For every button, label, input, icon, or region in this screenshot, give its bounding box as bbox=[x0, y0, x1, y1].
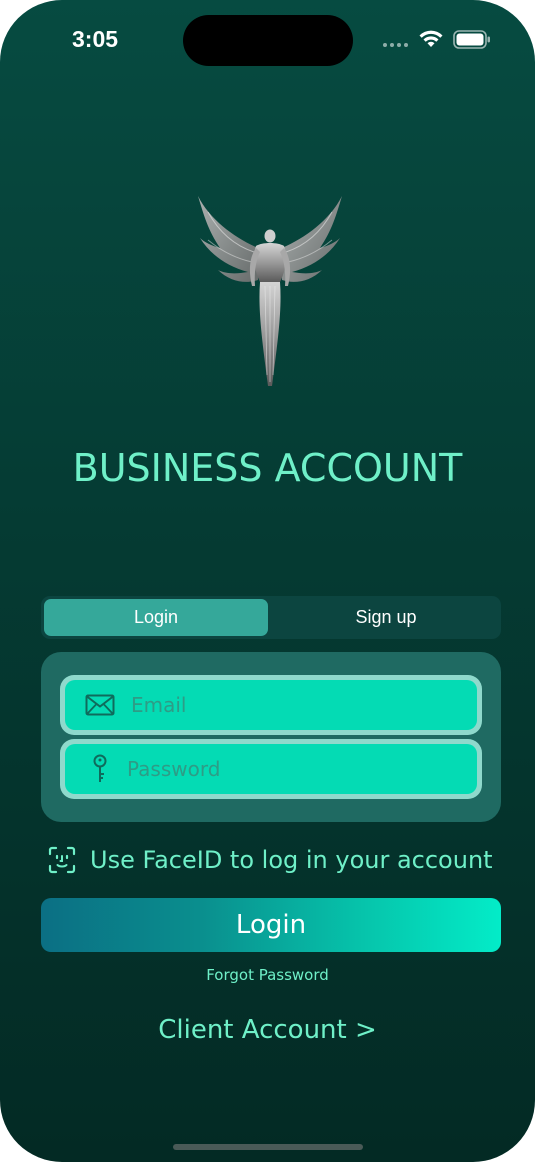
page-title: BUSINESS ACCOUNT bbox=[72, 446, 463, 490]
email-input[interactable] bbox=[129, 692, 453, 718]
tab-signup[interactable]: Sign up bbox=[274, 599, 498, 636]
tab-login[interactable]: Login bbox=[44, 599, 268, 636]
dynamic-island bbox=[183, 15, 353, 66]
login-signup-segmented-control: Login Sign up bbox=[41, 596, 501, 639]
client-account-link[interactable]: Client Account > bbox=[0, 1015, 535, 1045]
email-field-wrapper bbox=[60, 675, 482, 735]
login-form-card bbox=[41, 652, 501, 822]
faceid-icon bbox=[48, 846, 76, 874]
envelope-icon bbox=[85, 694, 115, 716]
cellular-signal-icon bbox=[383, 43, 408, 47]
login-button[interactable]: Login bbox=[41, 898, 501, 952]
email-field-box bbox=[65, 680, 477, 730]
password-field-box bbox=[65, 744, 477, 794]
home-indicator[interactable] bbox=[173, 1144, 363, 1150]
key-icon bbox=[93, 754, 107, 782]
winged-figure-logo bbox=[198, 196, 342, 386]
faceid-label: Use FaceID to log in your account bbox=[90, 846, 493, 874]
phone-screen: 3:05 BUSINESS ACCOUNT Login Sign up Emai… bbox=[0, 0, 535, 1162]
password-field-wrapper bbox=[60, 739, 482, 799]
battery-icon bbox=[453, 30, 490, 49]
wifi-icon bbox=[419, 30, 443, 47]
forgot-password-link[interactable]: Forgot Password bbox=[0, 966, 535, 984]
password-input[interactable] bbox=[125, 756, 449, 782]
status-time: 3:05 bbox=[72, 26, 119, 52]
faceid-login-option[interactable]: Use FaceID to log in your account bbox=[48, 846, 493, 874]
